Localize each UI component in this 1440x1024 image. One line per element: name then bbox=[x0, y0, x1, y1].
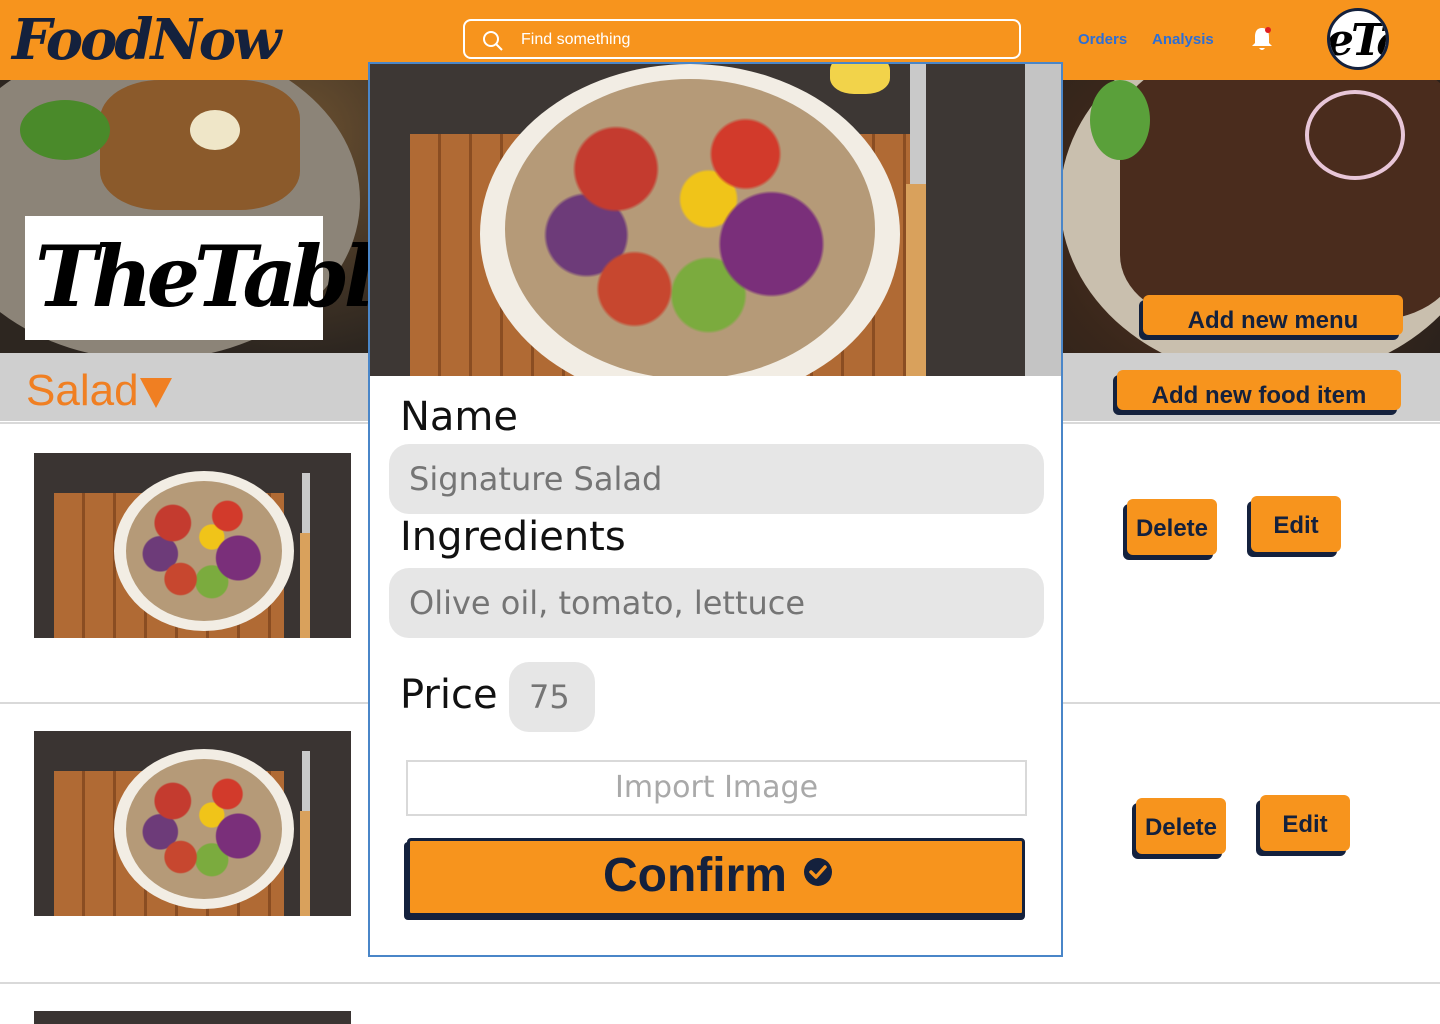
add-food-item-button[interactable]: Add new food item bbox=[1117, 370, 1401, 410]
food-item-row bbox=[0, 982, 1440, 1024]
nav-analysis[interactable]: Analysis bbox=[1152, 31, 1214, 48]
food-item-image bbox=[34, 731, 351, 916]
lettuce-image bbox=[1090, 80, 1150, 160]
fork-handle-image bbox=[300, 533, 310, 638]
add-new-menu-button[interactable]: Add new menu bbox=[1143, 295, 1403, 335]
salad-image bbox=[505, 79, 875, 376]
sauce-image bbox=[190, 110, 240, 150]
fork-image bbox=[302, 751, 310, 811]
edit-button[interactable]: Edit bbox=[1260, 795, 1350, 851]
modal-food-image bbox=[370, 64, 1061, 376]
name-label: Name bbox=[400, 394, 519, 440]
delete-button[interactable]: Delete bbox=[1127, 499, 1217, 555]
delete-button[interactable]: Delete bbox=[1136, 798, 1226, 854]
restaurant-logo-text: TheTable bbox=[35, 227, 423, 326]
name-input[interactable] bbox=[389, 444, 1044, 514]
import-image-button[interactable]: Import Image bbox=[406, 760, 1027, 816]
salad-image bbox=[126, 481, 282, 621]
bell-icon[interactable] bbox=[1249, 25, 1275, 53]
salad-image bbox=[126, 759, 282, 899]
check-circle-icon bbox=[804, 858, 832, 886]
price-input[interactable] bbox=[509, 662, 595, 732]
salad-photo bbox=[34, 453, 351, 638]
confirm-button[interactable]: Confirm bbox=[407, 838, 1025, 916]
fork-handle-image bbox=[300, 811, 310, 916]
salad-photo bbox=[370, 64, 1025, 376]
category-dropdown[interactable]: Salad bbox=[26, 366, 139, 416]
food-item-image bbox=[34, 1011, 351, 1024]
ingredients-label: Ingredients bbox=[400, 514, 626, 560]
onion-ring-image bbox=[1305, 90, 1405, 180]
avatar[interactable]: eTal bbox=[1327, 8, 1389, 70]
search-bar[interactable]: Find something bbox=[463, 19, 1021, 59]
food-item-image bbox=[34, 453, 351, 638]
edit-button[interactable]: Edit bbox=[1251, 496, 1341, 552]
fork-image bbox=[302, 473, 310, 533]
salad-photo bbox=[34, 731, 351, 916]
restaurant-logo: TheTable bbox=[25, 216, 423, 340]
ingredients-input[interactable] bbox=[389, 568, 1044, 638]
add-food-modal: Name Ingredients Price Import Image Conf… bbox=[368, 62, 1063, 957]
fork-image bbox=[910, 64, 926, 184]
confirm-label: Confirm bbox=[603, 849, 787, 902]
search-icon bbox=[483, 31, 503, 51]
price-label: Price bbox=[400, 672, 498, 718]
lemon-image bbox=[830, 64, 890, 94]
fork-handle-image bbox=[906, 184, 926, 376]
triangle-down-icon[interactable] bbox=[140, 378, 172, 408]
nav-orders[interactable]: Orders bbox=[1078, 31, 1127, 48]
brand-logo[interactable]: FoodNow bbox=[12, 6, 281, 74]
search-input[interactable]: Find something bbox=[521, 31, 630, 49]
avatar-text: eTal bbox=[1327, 15, 1386, 66]
herb-image bbox=[20, 100, 110, 160]
